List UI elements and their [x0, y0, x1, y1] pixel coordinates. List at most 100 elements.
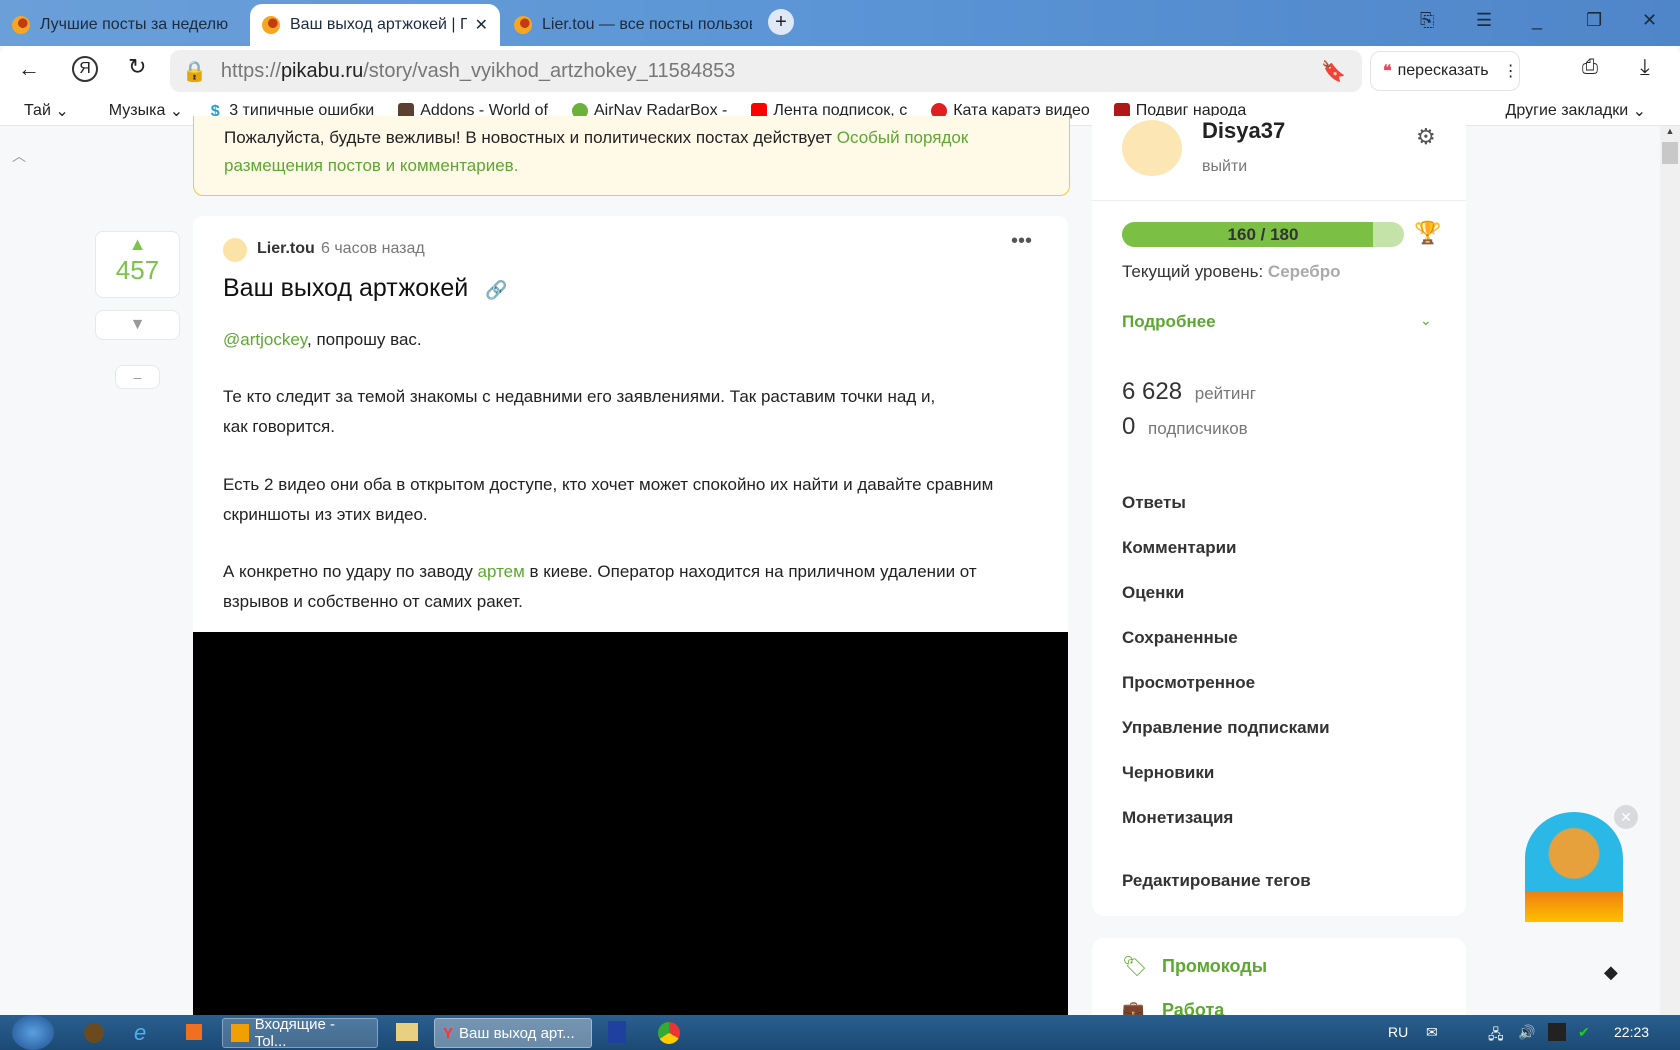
taskbar-label: Входящие - Tol...	[254, 1016, 335, 1050]
yandex-icon[interactable]: Я	[72, 56, 98, 82]
user-avatar[interactable]	[1122, 120, 1182, 176]
tab-label: Lier.tou — все посты пользователя	[542, 16, 752, 33]
post-title: Ваш выход артжокей 🔗	[223, 274, 508, 303]
retell-button[interactable]: ❝ пересказать ⋮	[1370, 51, 1520, 91]
url-prefix: https://	[220, 59, 281, 82]
tab-label: Ваш выход артжокей | Пикабу	[290, 16, 467, 33]
more-icon[interactable]: ⋮	[1503, 61, 1519, 81]
reload-icon[interactable]: ↻	[128, 54, 146, 80]
close-window-icon[interactable]: ✕	[1642, 10, 1657, 31]
menu-answers[interactable]: Ответы	[1122, 493, 1186, 513]
collections-icon[interactable]: ⎙	[1582, 56, 1598, 79]
username[interactable]: Disya37	[1202, 118, 1285, 144]
level-value: Серебро	[1267, 262, 1341, 281]
nvidia-icon[interactable]	[1548, 1023, 1566, 1041]
minimize-icon[interactable]: _	[1532, 10, 1542, 31]
back-icon[interactable]: ←	[18, 56, 40, 82]
mail-tray-icon[interactable]: ✉	[1426, 1024, 1438, 1041]
post-title-text: Ваш выход артжокей	[223, 274, 469, 302]
mascot-base	[1525, 892, 1623, 922]
paint-bucket-icon[interactable]: ◆	[1604, 962, 1618, 983]
post-time[interactable]: 6 часов назад	[321, 240, 425, 258]
bookmark-label: Другие закладки	[1505, 101, 1629, 119]
settings-gear-icon[interactable]: ⚙	[1416, 124, 1436, 150]
video-player[interactable]	[193, 632, 1068, 1015]
pikabu-favicon	[12, 16, 30, 34]
close-mascot-icon[interactable]: ✕	[1614, 805, 1638, 829]
menu-ratings[interactable]: Оценки	[1122, 583, 1184, 603]
quote-icon: ❝	[1383, 63, 1392, 80]
tab-bar: Лучшие посты за неделю Ваш выход артжоке…	[0, 0, 1680, 46]
tab-best-posts[interactable]: Лучшие посты за неделю	[0, 4, 250, 46]
chrome-icon[interactable]	[658, 1022, 680, 1044]
menu-edit-tags[interactable]: Редактирование тегов	[1122, 871, 1311, 891]
ie-icon[interactable]: e	[134, 1020, 146, 1046]
url-path: /story/vash_vyikhod_artzhokey_11584853	[363, 59, 736, 82]
menu-icon[interactable]: ☰	[1476, 10, 1492, 31]
artem-link[interactable]: артем	[478, 562, 525, 581]
link-icon[interactable]: 🔗	[485, 280, 507, 300]
post-text: Те кто следит за темой знакомы с недавни…	[223, 387, 936, 406]
tab-user-posts[interactable]: Lier.tou — все посты пользователя	[502, 4, 752, 46]
taskbar-label: Ваш выход арт...	[459, 1024, 575, 1042]
promo-link[interactable]: Промокоды	[1162, 956, 1267, 977]
app-icon[interactable]	[608, 1021, 626, 1043]
scrollbar[interactable]: ▲	[1660, 126, 1680, 1015]
retell-label: пересказать	[1397, 62, 1489, 79]
network-icon[interactable]: 🖧	[1488, 1024, 1504, 1048]
menu-saved[interactable]: Сохраненные	[1122, 628, 1238, 648]
mascot-widget[interactable]	[1525, 812, 1623, 904]
collapse-button[interactable]: –	[115, 365, 160, 389]
clock[interactable]: 22:23	[1614, 1024, 1649, 1040]
bookmark-folder-tai[interactable]: Тай ⌄	[24, 101, 69, 121]
bookmark-folder-music[interactable]: Музыка ⌄	[109, 101, 183, 121]
tab-current-post[interactable]: Ваш выход артжокей | Пикабу ✕	[250, 4, 500, 46]
rating-label: рейтинг	[1194, 384, 1257, 403]
post-text: , попрошу вас.	[307, 330, 422, 349]
upvote-icon[interactable]: ▲	[96, 234, 179, 255]
tag-icon: 🏷	[1122, 956, 1148, 978]
wow-taskbar-icon[interactable]	[84, 1023, 104, 1043]
post-text: взрывов и собственно от самих ракет.	[223, 592, 523, 611]
chevron-down-icon[interactable]: ⌄	[1420, 312, 1432, 329]
pikabu-favicon	[262, 16, 280, 34]
menu-subscriptions[interactable]: Управление подписками	[1122, 718, 1330, 738]
more-link[interactable]: Подробнее	[1122, 312, 1216, 332]
address-bar[interactable]: 🔒 https://pikabu.ru/story/vash_vyikhod_a…	[170, 50, 1362, 92]
explorer-icon[interactable]	[396, 1023, 418, 1041]
menu-drafts[interactable]: Черновики	[1122, 763, 1214, 783]
download-icon[interactable]: ⤓	[1640, 54, 1650, 80]
menu-monetization[interactable]: Монетизация	[1122, 808, 1233, 828]
media-player-icon[interactable]	[186, 1024, 202, 1040]
new-tab-button[interactable]: +	[768, 9, 794, 35]
lock-icon: 🔒	[182, 60, 207, 83]
other-bookmarks[interactable]: Другие закладки ⌄	[1506, 101, 1646, 121]
close-tab-icon[interactable]: ✕	[475, 15, 488, 35]
downvote-button[interactable]: ▼	[95, 310, 180, 340]
logout-link[interactable]: выйти	[1202, 158, 1247, 176]
scroll-up-icon[interactable]: ︿	[12, 146, 26, 166]
taskbar-yandex[interactable]: Y Ваш выход арт...	[434, 1018, 592, 1048]
author-name[interactable]: Lier.tou	[257, 240, 315, 258]
subscribers-value: 0	[1122, 413, 1136, 440]
volume-icon[interactable]: 🔊	[1518, 1024, 1535, 1041]
outlook-icon	[231, 1024, 249, 1042]
scrollbar-thumb[interactable]	[1662, 142, 1678, 164]
language-indicator[interactable]: RU	[1388, 1024, 1408, 1040]
bookmark-icon[interactable]: 🔖	[1321, 59, 1346, 84]
author-avatar[interactable]	[223, 238, 247, 262]
more-options-icon[interactable]: •••	[1011, 230, 1032, 253]
progress-text: 160 / 180	[1227, 225, 1299, 244]
start-button[interactable]	[12, 1015, 54, 1050]
post-text: Есть 2 видео они оба в открытом доступе,…	[223, 475, 994, 494]
security-icon[interactable]: ✔	[1578, 1024, 1590, 1041]
menu-viewed[interactable]: Просмотренное	[1122, 673, 1255, 693]
mention-link[interactable]: @artjockey	[223, 330, 307, 349]
scroll-up-arrow[interactable]: ▲	[1660, 126, 1680, 136]
menu-comments[interactable]: Комментарии	[1122, 538, 1236, 558]
bookmarks-panel-icon[interactable]: ⎘	[1420, 10, 1434, 31]
taskbar-outlook[interactable]: Входящие - Tol...	[222, 1016, 378, 1050]
yandex-browser-icon: Y	[443, 1024, 454, 1042]
restore-icon[interactable]: ❐	[1586, 10, 1602, 31]
trophy-icon: 🏆	[1414, 220, 1442, 245]
